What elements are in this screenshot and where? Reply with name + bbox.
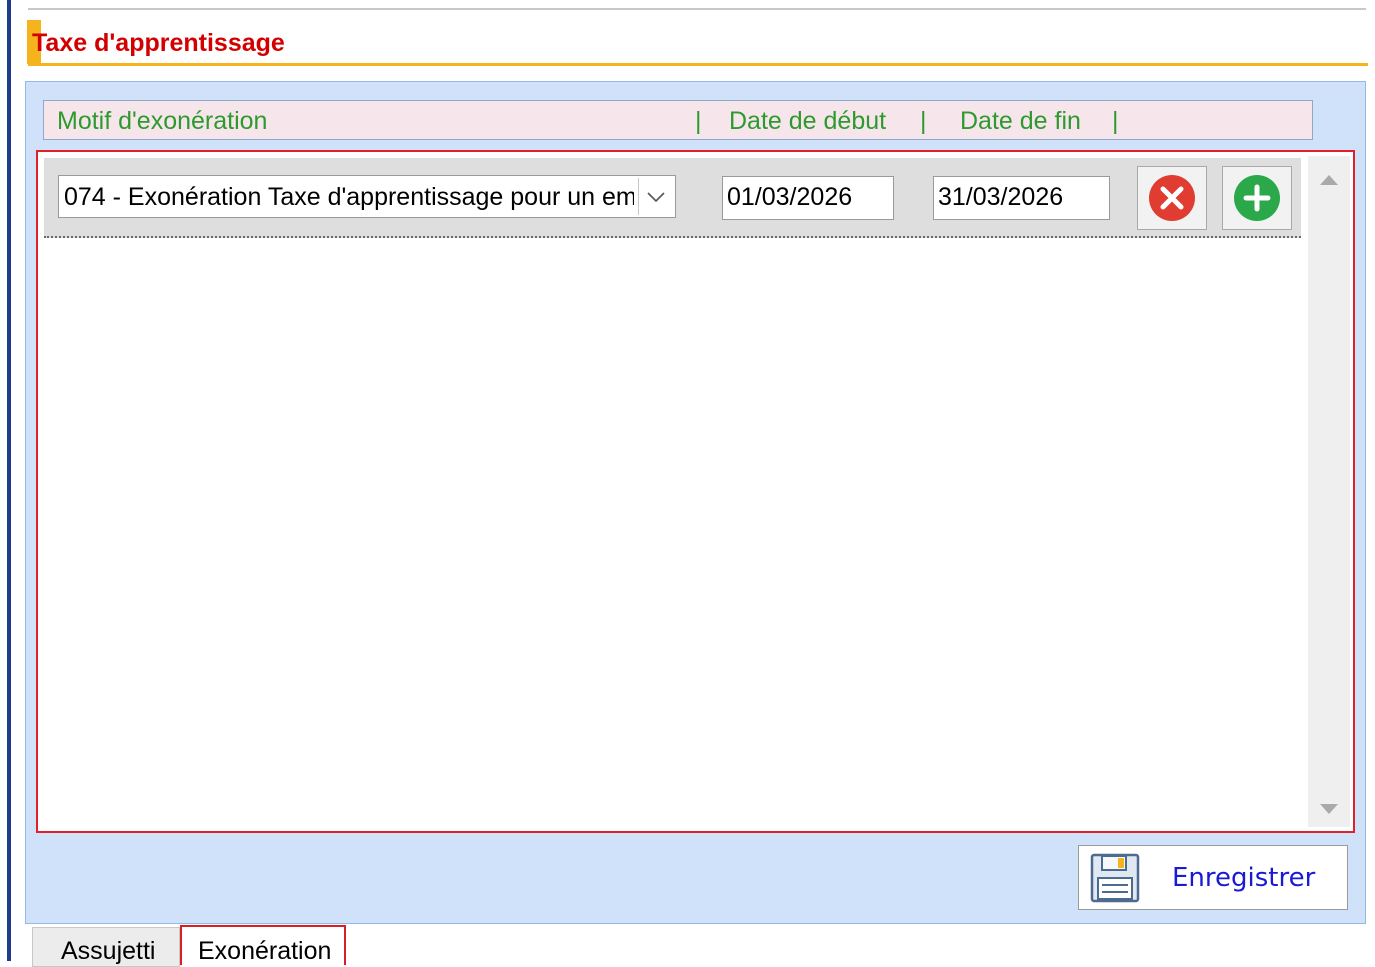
close-circle-red-icon (1149, 175, 1195, 221)
column-separator: | (695, 107, 702, 135)
tab-label: Assujetti (61, 937, 156, 965)
vertical-scrollbar[interactable] (1308, 156, 1350, 827)
tab-exoneration[interactable]: Exonération (180, 925, 346, 965)
top-divider (28, 8, 1366, 10)
scroll-down-arrow-icon[interactable] (1319, 803, 1339, 817)
page-title: Taxe d'apprentissage (32, 29, 285, 57)
window-left-border (7, 0, 11, 961)
motif-combobox[interactable]: 074 - Exonération Taxe d'apprentissage p… (58, 175, 676, 218)
date-fin-input[interactable]: 31/03/2026 (933, 176, 1110, 220)
exoneration-grid (36, 150, 1355, 833)
grid-header: Motif d'exonération | Date de début | Da… (43, 100, 1313, 140)
grid-body (44, 158, 1306, 827)
scroll-up-arrow-icon[interactable] (1319, 174, 1339, 188)
chevron-down-icon[interactable] (638, 178, 673, 215)
column-header-motif: Motif d'exonération (57, 107, 268, 135)
column-header-date-fin: Date de fin (960, 107, 1081, 135)
column-separator: | (920, 107, 927, 135)
column-header-date-debut: Date de début (729, 107, 887, 135)
tab-label: Exonération (198, 937, 332, 965)
add-row-button[interactable] (1222, 166, 1292, 230)
plus-circle-green-icon (1234, 175, 1280, 221)
save-button-label: Enregistrer (1172, 863, 1316, 893)
delete-row-button[interactable] (1137, 166, 1207, 230)
motif-combobox-value: 074 - Exonération Taxe d'apprentissage p… (64, 183, 634, 211)
tab-assujetti[interactable]: Assujetti (32, 927, 180, 967)
column-separator: | (1112, 107, 1119, 135)
title-underline (28, 63, 1368, 66)
save-button[interactable]: Enregistrer (1078, 845, 1348, 910)
date-debut-input[interactable]: 01/03/2026 (722, 176, 894, 220)
floppy-disk-icon (1090, 853, 1140, 903)
